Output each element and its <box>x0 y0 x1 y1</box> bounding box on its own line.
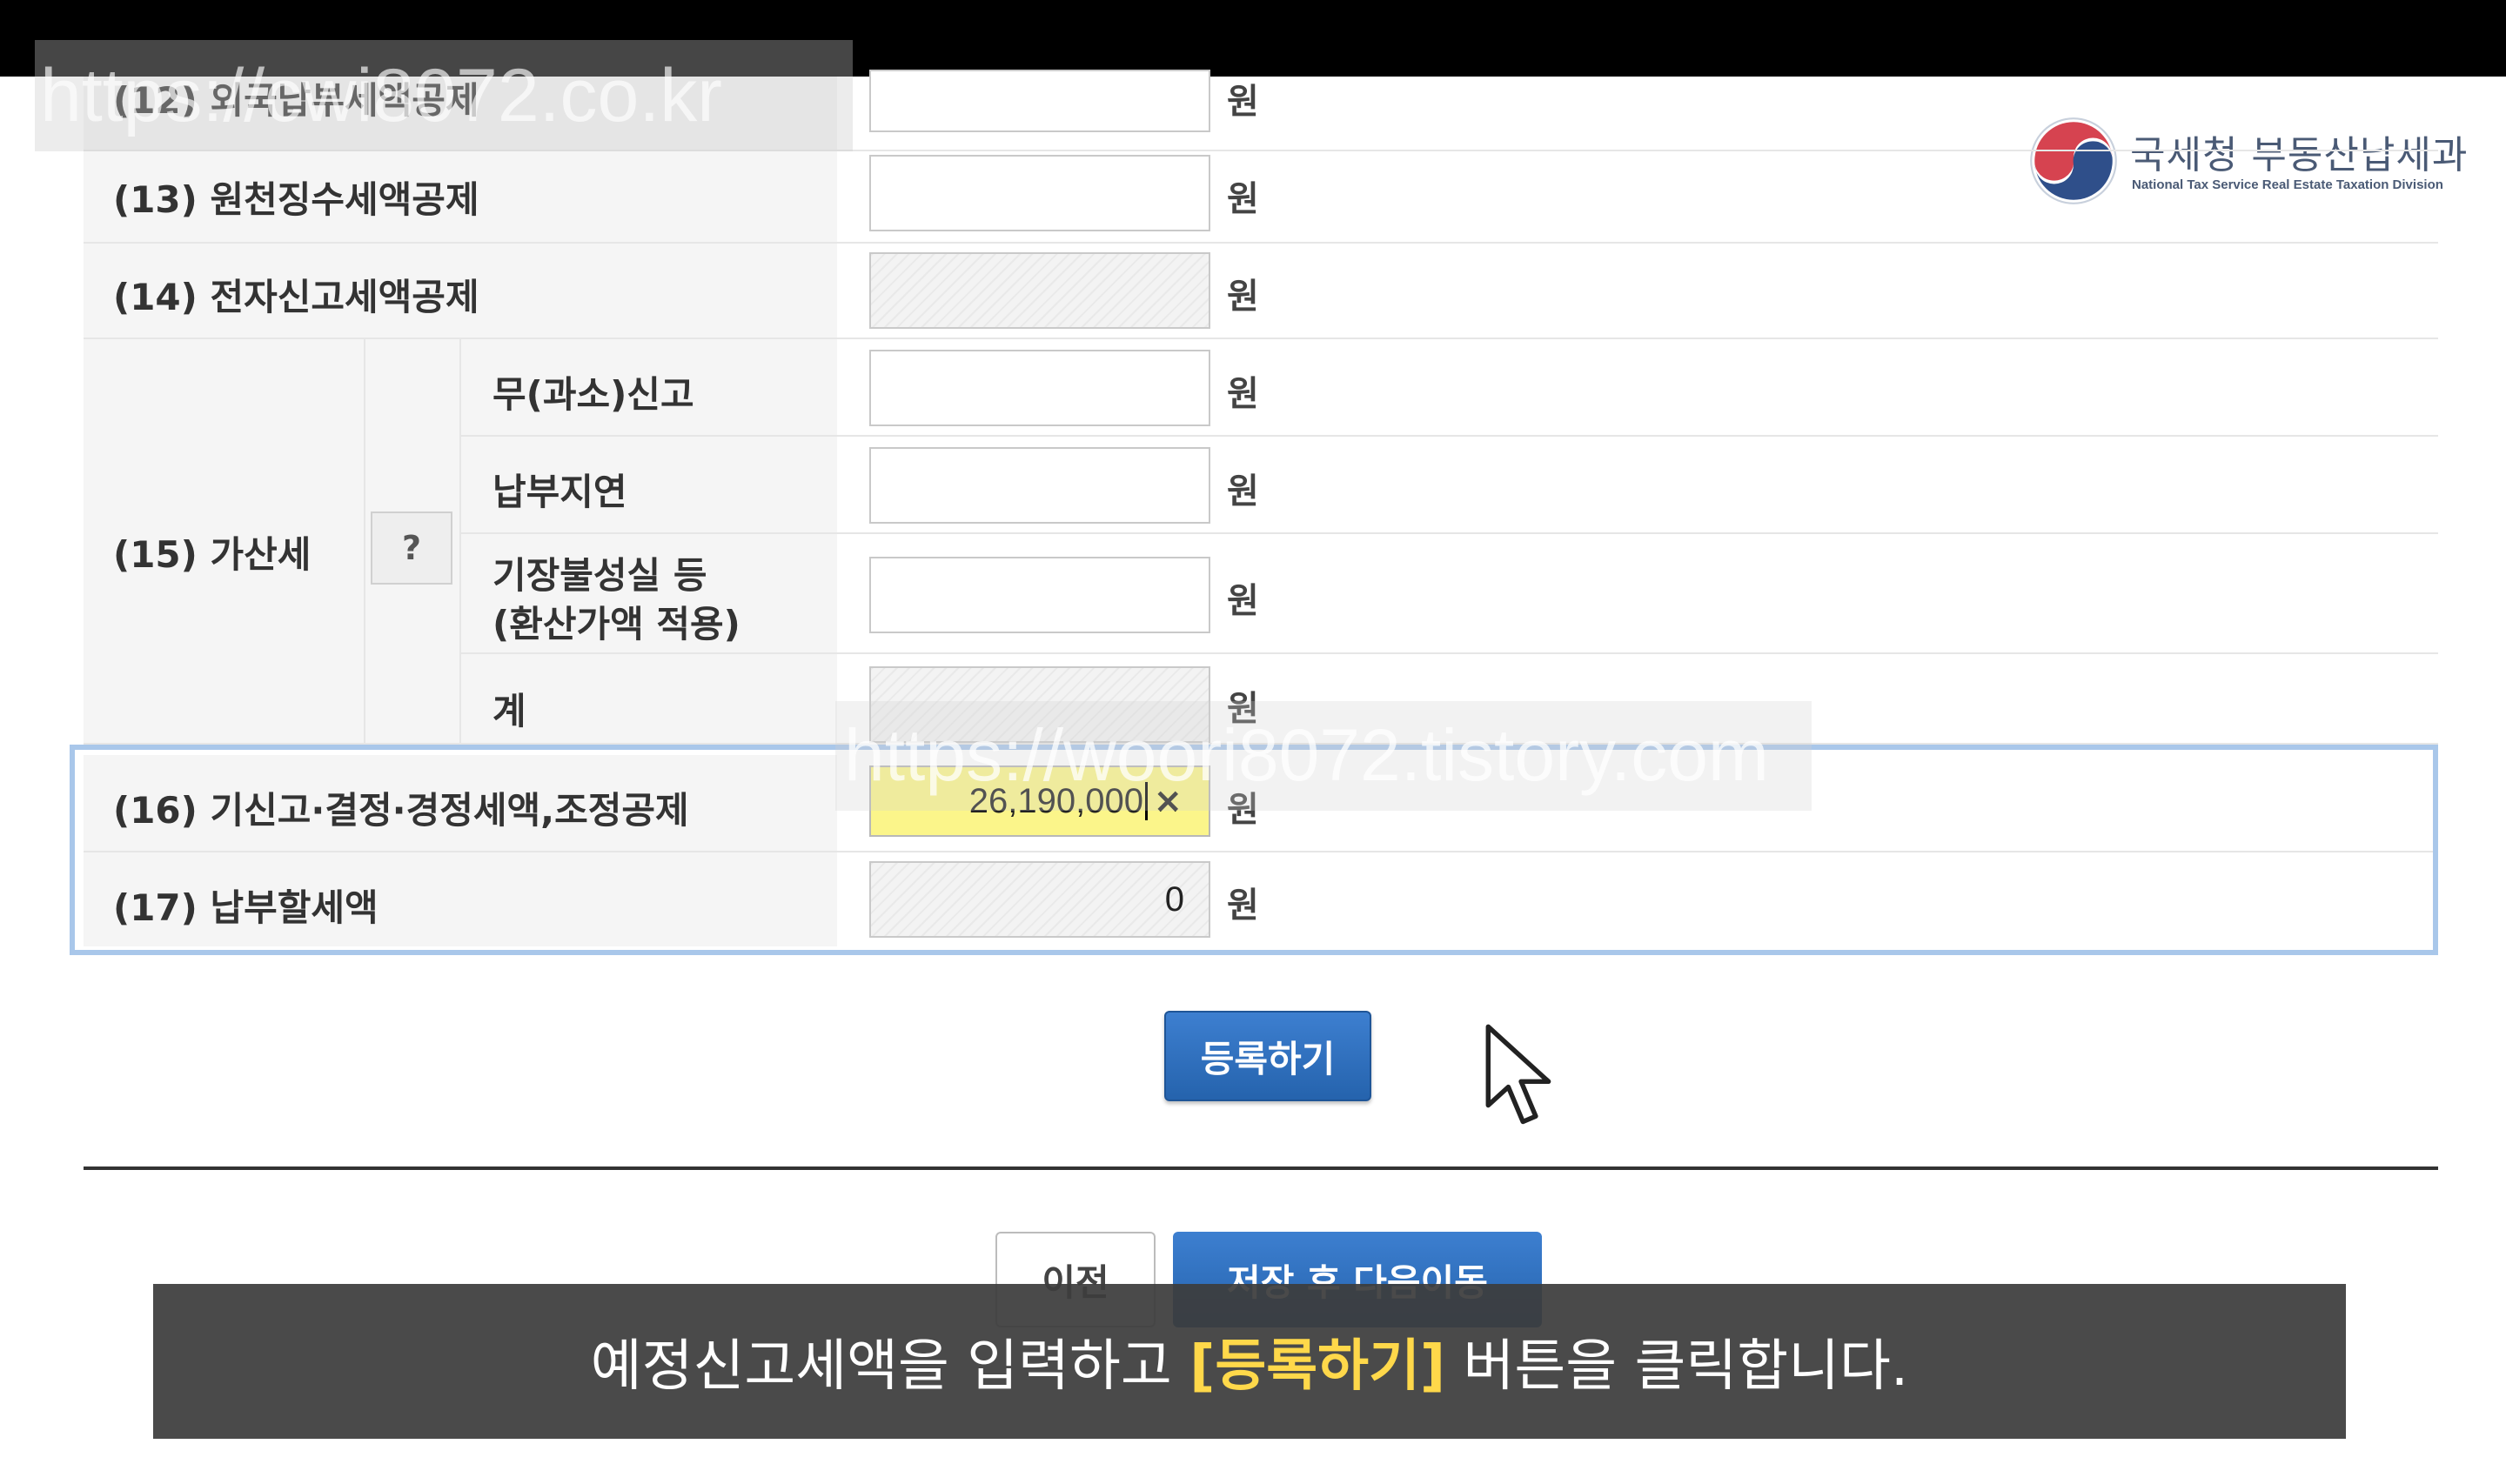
row-divider <box>461 435 2438 437</box>
logo-title-ko: 국세청 부동산납세과 <box>2130 133 2469 177</box>
nts-logo: 국세청 부동산납세과 National Tax Service Real Est… <box>2027 115 2467 207</box>
subtitle-highlight: [등록하기] <box>1189 1334 1446 1399</box>
row-15c-input[interactable] <box>869 557 1210 633</box>
section-divider <box>84 1166 2438 1170</box>
watermark-top: https://cwi8072.co.kr <box>35 40 853 151</box>
row-17-unit: 원 <box>1227 886 1259 926</box>
subtitle-text-before: 예정신고세액을 입력하고 <box>590 1334 1190 1399</box>
row-17-input: 0 <box>869 861 1210 938</box>
row-15c-label-line1: 기장불성실 등 <box>492 554 707 597</box>
row-15b-unit: 원 <box>1227 471 1259 511</box>
row-13-label: (13) 원천징수세액공제 <box>113 178 479 221</box>
subtitle-text-after: 버튼을 클릭합니다. <box>1445 1334 1909 1399</box>
row-15c-unit: 원 <box>1227 581 1259 621</box>
row-14-input <box>869 252 1210 329</box>
row-16-label: (16) 기신고·결정·경정세액,조정공제 <box>113 789 689 832</box>
row-12-unit: 원 <box>1227 82 1259 122</box>
row-17-value: 0 <box>1164 879 1184 919</box>
row-15b-input[interactable] <box>869 447 1210 524</box>
penalty-help-button[interactable]: ? <box>371 511 452 585</box>
nts-swirl-icon <box>2030 117 2117 204</box>
row-13-unit: 원 <box>1227 179 1259 219</box>
row-13-input[interactable] <box>869 155 1210 231</box>
row-15a-unit: 원 <box>1227 374 1259 414</box>
row-15a-input[interactable] <box>869 350 1210 426</box>
mouse-cursor-icon <box>1485 1024 1551 1125</box>
register-button[interactable]: 등록하기 <box>1164 1011 1371 1101</box>
row-divider <box>461 532 2438 534</box>
row-14-unit: 원 <box>1227 277 1259 317</box>
row-divider <box>461 652 2438 654</box>
row-15b-label: 납부지연 <box>492 471 627 513</box>
row-12-input[interactable] <box>869 70 1210 132</box>
watermark-middle: https://woori8072.tistory.com <box>835 701 1812 811</box>
row-15-label: (15) 가산세 <box>113 533 312 576</box>
row-15a-label: 무(과소)신고 <box>492 373 694 416</box>
row-17-label: (17) 납부할세액 <box>113 886 379 929</box>
row-15d-label: 계 <box>492 690 526 732</box>
row-14-label: (14) 전자신고세액공제 <box>113 276 479 318</box>
logo-title-en: National Tax Service Real Estate Taxatio… <box>2132 177 2443 192</box>
video-subtitle: 예정신고세액을 입력하고 [등록하기] 버튼을 클릭합니다. <box>153 1284 2346 1439</box>
row-15c-label-line2: (환산가액 적용) <box>492 603 740 645</box>
